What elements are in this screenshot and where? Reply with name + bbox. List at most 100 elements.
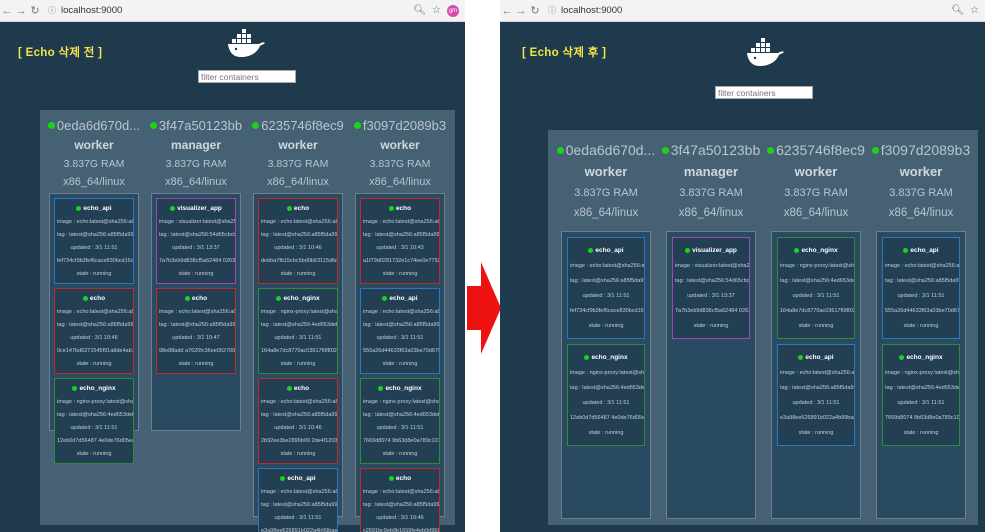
node-arch: x86_64/linux <box>678 207 744 219</box>
page-title: [ Echo 삭제 전 ] <box>18 47 103 59</box>
task-card[interactable]: echo_nginx image : nginx-proxy:latest@sha… <box>882 344 960 446</box>
reload-icon[interactable]: ↻ <box>28 4 42 17</box>
task-tag: tag : latest@sha256:4ed653def8c <box>885 385 959 391</box>
task-name: echo_nginx <box>259 295 337 302</box>
task-card[interactable]: visualizer_app image : visualizer:latest@… <box>156 198 236 284</box>
node-role: worker <box>74 138 114 152</box>
task-hash: fef734cf9b3fef6cace830bcd16dd <box>570 308 644 314</box>
node-role: worker <box>278 138 318 152</box>
node-column: 6235746f8ec9 worker 3.837G RAM x86_64/linux… <box>763 130 869 519</box>
zoom-icon[interactable]: 🔍︎ <box>413 5 426 16</box>
task-hash: 7a7b3eb9d838cf5a62484 0263c7 <box>159 258 235 264</box>
node-column: 0eda6d670d... worker 3.837G RAM x86_64/linu… <box>553 130 659 519</box>
task-card[interactable]: echo image : echo:latest@sha256:a85f tag :… <box>54 288 134 374</box>
task-tag: tag : latest@sha256:a85f5da9913 <box>363 502 439 508</box>
task-image: image : visualizer:latest@sha256 <box>675 263 749 269</box>
task-card[interactable]: echo image : echo:latest@sha256:a85f tag :… <box>258 378 338 464</box>
swarm-visualizer: 0eda6d670d... worker 3.837G RAM x86_64/linu… <box>548 130 978 525</box>
task-card[interactable]: echo_api image : echo:latest@sha256:a85f t… <box>777 344 855 446</box>
task-updated: updated : 3/1 11:51 <box>376 335 424 341</box>
status-dot-icon <box>382 296 388 301</box>
task-card[interactable]: echo_api image : echo:latest@sha256:a85f t… <box>567 237 645 339</box>
filter-containers-input[interactable] <box>198 70 296 83</box>
task-card[interactable]: echo_nginx image : nginx-proxy:latest@sha… <box>777 237 855 339</box>
task-name-text: echo <box>89 295 106 302</box>
status-dot-icon <box>903 248 909 253</box>
address-bar[interactable]: ⓘ localhost:9000 <box>48 5 413 16</box>
node-header: 6235746f8ec9 worker 3.837G RAM x86_64/linux <box>247 118 349 188</box>
task-updated: updated : 3/1 11:51 <box>897 400 945 406</box>
task-name: echo_nginx <box>361 385 439 392</box>
url-text: localhost:9000 <box>561 5 623 16</box>
node-arch: x86_64/linux <box>783 207 849 219</box>
zoom-icon[interactable]: 🔍︎ <box>951 5 964 16</box>
node-arch: x86_64/linux <box>267 176 329 188</box>
star-icon[interactable]: ☆ <box>970 5 979 16</box>
task-name-text: echo <box>293 385 310 392</box>
task-hash: 98e88add a7620fc36ee052700b9 <box>159 348 235 354</box>
task-card[interactable]: echo_api image : echo:latest@sha256:a85f t… <box>54 198 134 284</box>
node-id: 3f47a50123bb <box>145 118 247 133</box>
node-id-text: 6235746f8ec9 <box>776 142 865 158</box>
task-name: echo <box>361 475 439 482</box>
task-hash: c2691bc9eb9b1659fe4eb0d9685e <box>363 528 439 532</box>
task-card[interactable]: echo image : echo:latest@sha256:a85f tag :… <box>258 198 338 284</box>
task-state: state : running <box>903 430 939 436</box>
status-dot-icon <box>47 122 55 129</box>
task-state: state : running <box>280 271 316 277</box>
task-updated: updated : 3/1 10:43 <box>376 245 424 251</box>
browser-toolbar: ← → ↻ ⓘ localhost:9000 🔍︎ ☆ gm <box>0 0 465 22</box>
task-state: state : running <box>382 271 418 277</box>
task-updated: updated : 3/1 11:51 <box>582 400 630 406</box>
node-column: 0eda6d670d... worker 3.837G RAM x86_64/linu… <box>43 110 145 464</box>
filter-containers-input[interactable] <box>715 86 813 99</box>
task-tag: tag : latest@sha256:a85f5da9913 <box>57 232 133 238</box>
node-id-text: 0eda6d670d... <box>56 118 141 133</box>
task-hash: 7669d8074 9b63d8e0a789c101df <box>885 415 959 421</box>
status-dot-icon <box>584 355 590 360</box>
node-header: 0eda6d670d... worker 3.837G RAM x86_64/linu… <box>553 142 659 219</box>
task-card[interactable]: echo_nginx image : nginx-proxy:latest@sha… <box>567 344 645 446</box>
task-card[interactable]: echo_nginx image : nginx-proxy:latest@sha… <box>54 378 134 464</box>
node-arch: x86_64/linux <box>165 176 227 188</box>
task-name: echo <box>259 385 337 392</box>
task-card[interactable]: echo_api image : echo:latest@sha256:a85f t… <box>258 468 338 532</box>
task-card[interactable]: echo image : echo:latest@sha256:a85f tag :… <box>156 288 236 374</box>
node-task-list: visualizer_app image : visualizer:latest@… <box>151 193 241 431</box>
task-card[interactable]: echo image : echo:latest@sha256:a85f tag :… <box>360 198 440 284</box>
node-ram: 3.837G RAM <box>574 187 638 199</box>
avatar[interactable]: gm <box>447 4 459 17</box>
node-arch: x86_64/linux <box>888 207 954 219</box>
node-role: worker <box>899 164 943 179</box>
status-dot-icon <box>685 248 691 253</box>
back-icon[interactable]: ← <box>0 5 14 17</box>
node-role: worker <box>380 138 420 152</box>
task-state: state : running <box>382 361 418 367</box>
task-name-text: visualizer_app <box>692 247 737 254</box>
task-card[interactable]: echo_nginx image : nginx-proxy:latest@sha… <box>360 378 440 464</box>
task-image: image : echo:latest@sha256:a85f <box>363 309 439 315</box>
task-hash: 2b92ee3be2896b09 2de4f1203f0 <box>261 438 337 444</box>
task-card[interactable]: echo_api image : echo:latest@sha256:a85f t… <box>360 288 440 374</box>
status-dot-icon <box>767 146 775 154</box>
task-name: visualizer_app <box>673 247 749 254</box>
back-icon[interactable]: ← <box>500 5 514 17</box>
forward-icon[interactable]: → <box>514 5 528 17</box>
task-card[interactable]: echo_nginx image : nginx-proxy:latest@sha… <box>258 288 338 374</box>
task-state: state : running <box>903 323 939 329</box>
task-card[interactable]: visualizer_appimage : visualizer:latest@… <box>672 237 750 339</box>
docker-whale-icon <box>747 38 784 66</box>
task-tag: tag : latest@sha256:a85f5da9913 <box>780 385 854 391</box>
task-hash: 164a8e7dc8770ac03617f0f8022 <box>261 348 337 354</box>
task-card[interactable]: echo_api image : echo:latest@sha256:a85f t… <box>882 237 960 339</box>
address-bar[interactable]: ⓘ localhost:9000 <box>548 5 951 16</box>
status-dot-icon <box>588 248 594 253</box>
forward-icon[interactable]: → <box>14 5 28 17</box>
node-id-text: 6235746f8ec9 <box>261 118 344 133</box>
task-name-text: echo_nginx <box>283 295 320 302</box>
status-dot-icon <box>388 206 394 211</box>
star-icon[interactable]: ☆ <box>432 5 441 16</box>
task-card[interactable]: echo image : echo:latest@sha256:a85f tag :… <box>360 468 440 532</box>
node-task-list: echo_api image : echo:latest@sha256:a85f t… <box>49 193 139 464</box>
reload-icon[interactable]: ↻ <box>528 4 542 17</box>
